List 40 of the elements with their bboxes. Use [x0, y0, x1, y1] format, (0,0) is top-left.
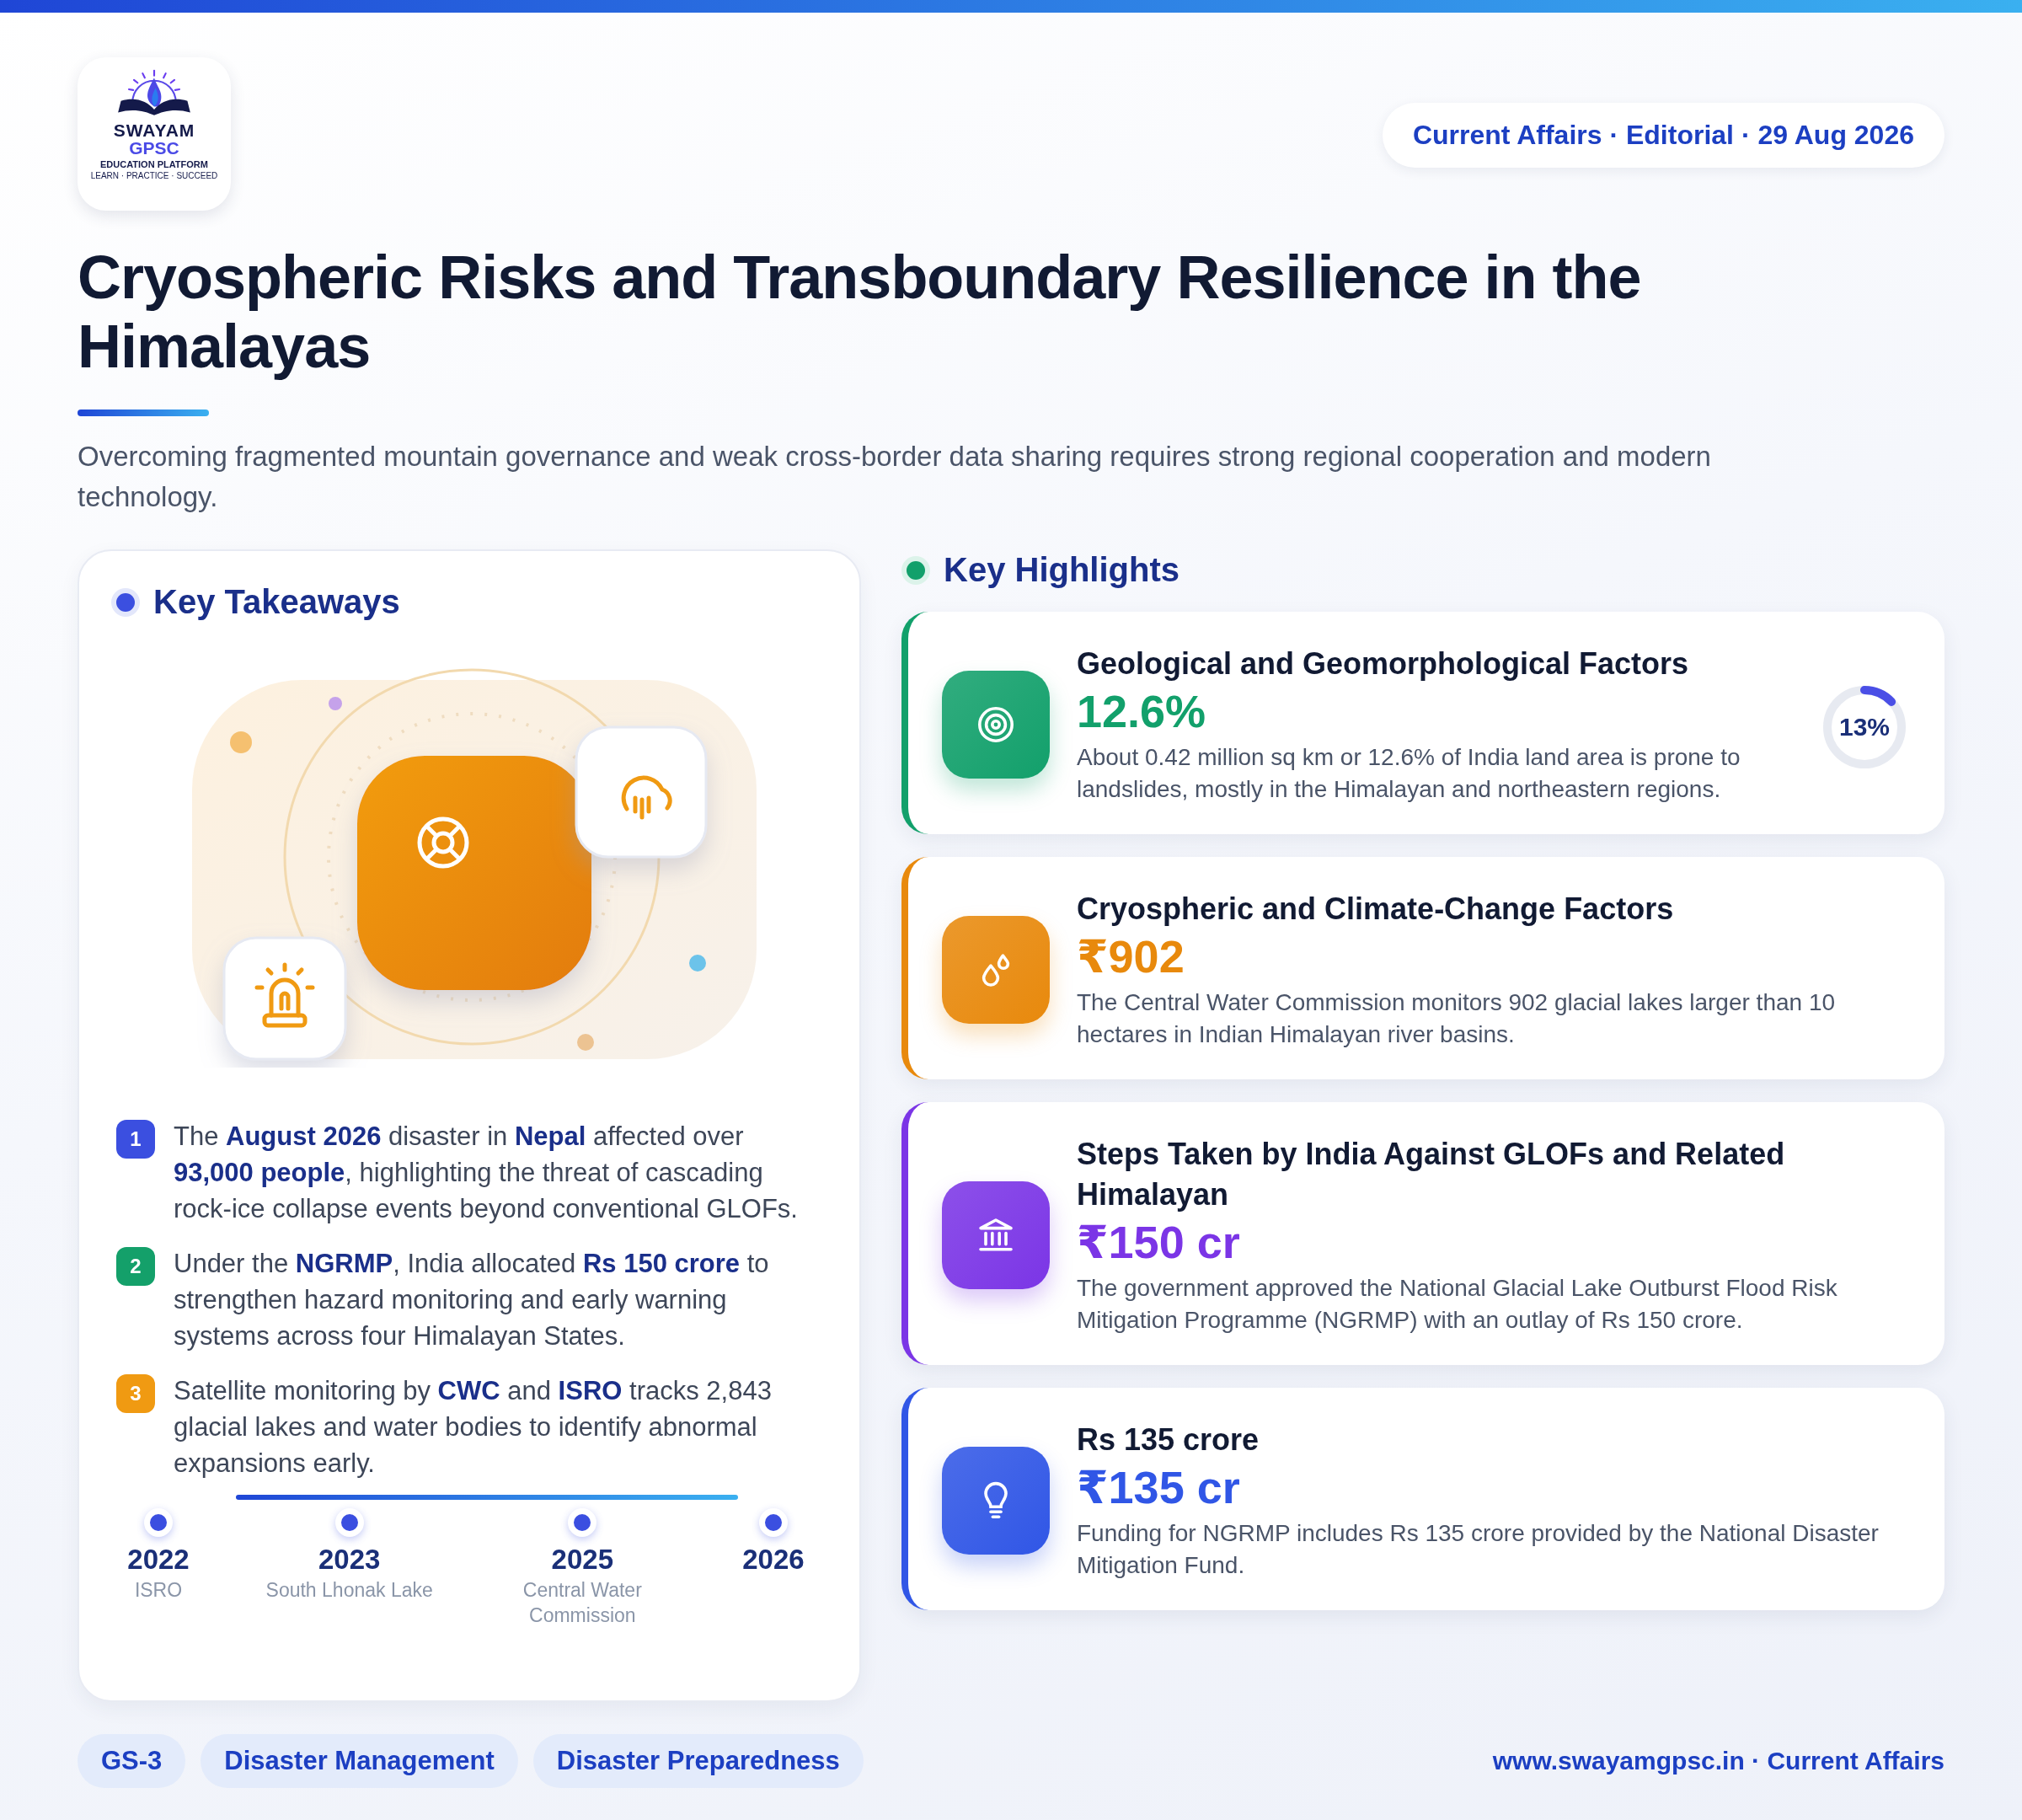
highlight-title: Steps Taken by India Against GLOFs and Related Himalayan — [1077, 1136, 1786, 1213]
highlight-value: ₹902 — [1077, 930, 1185, 983]
highlight-value: 12.6% — [1077, 685, 1207, 738]
highlight-title: Cryospheric and Climate-Change Factors — [1077, 891, 1675, 928]
topic-tag: Disaster Preparedness — [532, 1734, 864, 1788]
section-heading: Key Highlights — [944, 551, 1180, 589]
section-heading: Key Takeaways — [153, 583, 400, 621]
timeline-year: 2025 — [551, 1544, 613, 1576]
timeline-label: South Lhonak Lake — [265, 1578, 433, 1603]
date-pill: Current Affairs · Editorial · 29 Aug 2026 — [1382, 103, 1944, 168]
highlight-title: Rs 135 crore — [1077, 1421, 1260, 1459]
topic-tag: Disaster Management — [201, 1734, 518, 1788]
timeline-year: 2023 — [318, 1544, 381, 1576]
number-badge: 3 — [116, 1374, 155, 1413]
footer-site-text: www.swayamgpsc.in · Current Affairs — [1492, 1747, 1944, 1775]
takeaway-text: Satellite monitoring by CWC and ISRO tracks 2,843 glacial lakes and water bodies to identify abnormal expansions early. — [174, 1375, 773, 1480]
highlight-description: The government approved the National Glacial Lake Outburst Flood Risk Mitigation Programme (NGRMP) with an outlay of Rs 150 crore. — [1077, 1274, 1838, 1335]
highlight-value: ₹150 cr — [1077, 1216, 1241, 1269]
takeaway-text: The August 2026 disaster in Nepal affected over 93,000 people, highlighting the threat of cascading rock-ice collapse events beyond conventional GLOFs. — [174, 1121, 799, 1225]
page-title: Cryospheric Risks and Transboundary Resilience in the Himalayas — [78, 243, 1642, 381]
number-badge: 2 — [116, 1247, 155, 1286]
page-subtitle: Overcoming fragmented mountain governance and weak cross-border data sharing requires strong regional cooperation and modern technology. — [78, 440, 1712, 514]
logo-motto: LEARN · PRACTICE · SUCCEED — [90, 171, 218, 180]
timeline-year: 2026 — [742, 1544, 805, 1576]
timeline-year: 2022 — [127, 1544, 190, 1576]
highlight-value: ₹135 cr — [1077, 1461, 1241, 1514]
logo-subname: GPSC — [129, 139, 179, 157]
target-icon — [976, 704, 1016, 745]
number-badge: 1 — [116, 1120, 155, 1159]
highlight-description: About 0.42 million sq km or 12.6% of India land area is prone to landslides, mostly in the Himalayan and northeastern regions. — [1077, 743, 1741, 804]
timeline-label: Central Water Commission — [522, 1578, 643, 1628]
timeline-label: ISRO — [134, 1578, 183, 1603]
topic-tag: GS-3 — [78, 1734, 186, 1788]
ring-percentage: 13% — [1837, 712, 1891, 742]
logo-name: SWAYAM — [113, 121, 195, 139]
highlight-title: Geological and Geomorphological Factors — [1077, 645, 1690, 682]
highlight-description: The Central Water Commission monitors 902 glacial lakes larger than 10 hectares in Indian Himalayan river basins. — [1077, 988, 1837, 1049]
takeaway-text: Under the NGRMP, India allocated Rs 150 crore to strengthen hazard monitoring and early warning systems across four Himalayan States. — [174, 1248, 770, 1352]
logo-tagline: EDUCATION PLATFORM — [100, 159, 208, 169]
highlight-description: Funding for NGRMP includes Rs 135 crore provided by the National Disaster Mitigation Fund. — [1077, 1519, 1880, 1580]
